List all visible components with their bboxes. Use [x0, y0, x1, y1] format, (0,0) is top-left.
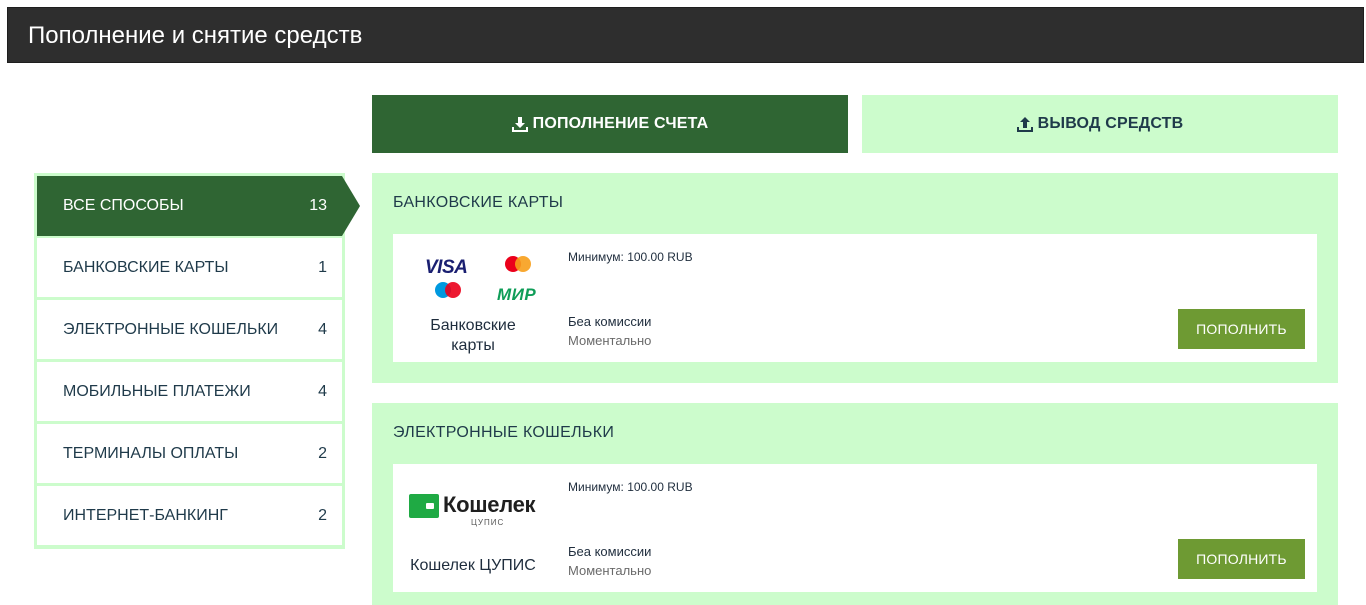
- sidebar-item-all[interactable]: ВСЕ СПОСОБЫ 13: [37, 176, 360, 236]
- page-title: Пополнение и снятие средств: [28, 22, 363, 49]
- maestro-icon: [435, 282, 461, 298]
- sidebar-item-count: 4: [318, 320, 327, 338]
- sidebar-item-count: 2: [318, 506, 327, 524]
- fee-info: Беа комиссии: [568, 544, 652, 559]
- method-name-line1: Банковские: [430, 317, 516, 334]
- deposit-button[interactable]: ПОПОЛНИТЬ: [1178, 309, 1305, 349]
- sidebar-item-label: ЭЛЕКТРОННЫЕ КОШЕЛЬКИ: [63, 320, 279, 338]
- section-bank-cards: БАНКОВСКИЕ КАРТЫ VISA МИР Банковские кар…: [372, 173, 1338, 383]
- wallet-brand-sub: ЦУПИС: [471, 518, 505, 527]
- deposit-button[interactable]: ПОПОЛНИТЬ: [1178, 539, 1305, 579]
- sidebar-item-e-wallets[interactable]: ЭЛЕКТРОННЫЕ КОШЕЛЬКИ 4: [37, 300, 342, 359]
- minimum-amount: Минимум: 100.00 RUB: [568, 480, 693, 494]
- method-name-line1: Кошелек ЦУПИС: [410, 557, 536, 574]
- sidebar-item-label: ВСЕ СПОСОБЫ: [63, 197, 184, 214]
- fee-info: Беа комиссии: [568, 314, 652, 329]
- sidebar-item-label: БАНКОВСКИЕ КАРТЫ: [63, 258, 229, 276]
- download-icon: [511, 116, 528, 132]
- sidebar-item-internet-banking[interactable]: ИНТЕРНЕТ-БАНКИНГ 2: [37, 486, 342, 545]
- card-logos: Кошелек ЦУПИС: [409, 478, 539, 538]
- tab-deposit[interactable]: ПОПОЛНЕНИЕ СЧЕТА: [372, 95, 848, 153]
- method-name: Банковские карты: [393, 316, 553, 356]
- section-title: ЭЛЕКТРОННЫЕ КОШЕЛЬКИ: [393, 424, 615, 441]
- sidebar-item-label: ИНТЕРНЕТ-БАНКИНГ: [63, 506, 228, 524]
- payment-card-bank: VISA МИР Банковские карты Минимум: 100.0…: [393, 234, 1317, 362]
- sidebar-item-count: 2: [318, 444, 327, 462]
- sidebar-item-terminals[interactable]: ТЕРМИНАЛЫ ОПЛАТЫ 2: [37, 424, 342, 483]
- payment-card-wallet: Кошелек ЦУПИС Кошелек ЦУПИС Минимум: 100…: [393, 464, 1317, 592]
- mir-logo: МИР: [497, 285, 537, 304]
- speed-info: Моментально: [568, 563, 652, 578]
- sidebar: ВСЕ СПОСОБЫ 13 БАНКОВСКИЕ КАРТЫ 1 ЭЛЕКТР…: [34, 173, 360, 549]
- sidebar-item-label: МОБИЛЬНЫЕ ПЛАТЕЖИ: [63, 382, 251, 400]
- mastercard-icon: [505, 256, 531, 272]
- card-logos: VISA МИР: [409, 248, 539, 308]
- sidebar-item-label: ТЕРМИНАЛЫ ОПЛАТЫ: [63, 444, 239, 462]
- speed-info: Моментально: [568, 333, 652, 348]
- wallet-icon: [409, 494, 439, 518]
- section-title: БАНКОВСКИЕ КАРТЫ: [393, 194, 564, 211]
- minimum-amount: Минимум: 100.00 RUB: [568, 250, 693, 264]
- visa-logo: VISA: [425, 257, 468, 278]
- page-header: Пополнение и снятие средств: [7, 7, 1364, 63]
- sidebar-item-bank-cards[interactable]: БАНКОВСКИЕ КАРТЫ 1: [37, 238, 342, 297]
- section-e-wallets: ЭЛЕКТРОННЫЕ КОШЕЛЬКИ Кошелек ЦУПИС Кошел…: [372, 403, 1338, 605]
- active-arrow: [342, 176, 360, 236]
- sidebar-item-count: 1: [318, 258, 327, 276]
- wallet-brand: Кошелек: [443, 492, 536, 517]
- sidebar-item-count: 4: [318, 382, 327, 400]
- upload-icon: [1016, 116, 1033, 132]
- method-name: Кошелек ЦУПИС: [393, 556, 553, 576]
- tab-withdraw-label: ВЫВОД СРЕДСТВ: [1037, 115, 1184, 132]
- payment-page: Пополнение и снятие средств ПОПОЛНЕНИЕ С…: [0, 0, 1366, 605]
- sidebar-item-mobile-payments[interactable]: МОБИЛЬНЫЕ ПЛАТЕЖИ 4: [37, 362, 342, 421]
- tab-withdraw[interactable]: ВЫВОД СРЕДСТВ: [862, 95, 1338, 153]
- method-name-line2: карты: [451, 337, 495, 354]
- sidebar-item-count: 13: [309, 197, 327, 214]
- tab-deposit-label: ПОПОЛНЕНИЕ СЧЕТА: [532, 115, 709, 132]
